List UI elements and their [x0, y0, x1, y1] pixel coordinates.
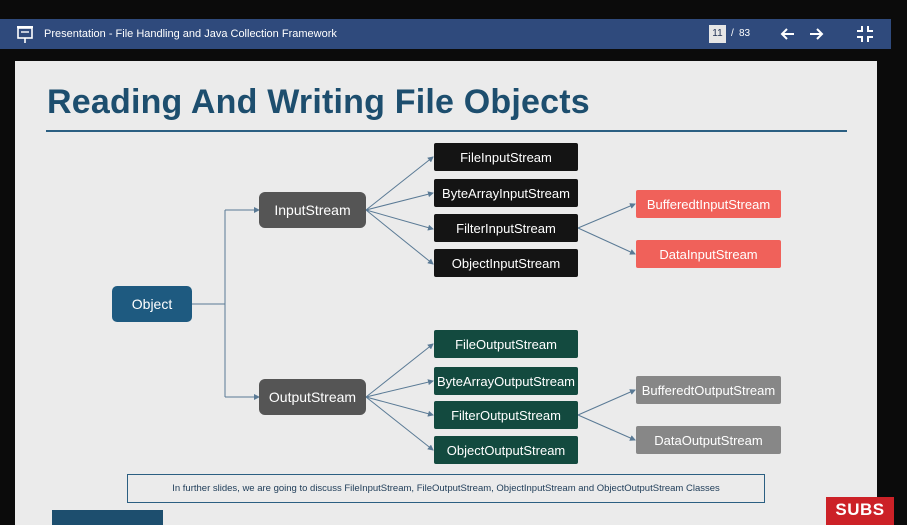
- arrow-right-icon[interactable]: [806, 24, 826, 44]
- arrow-left-icon[interactable]: [778, 24, 798, 44]
- node-bytearrayinputstream: ByteArrayInputStream: [434, 179, 578, 207]
- total-page-count: 83: [739, 28, 751, 39]
- node-filteroutputstream: FilterOutputStream: [434, 401, 578, 429]
- page-separator: /: [731, 28, 734, 39]
- presentation-toolbar: Presentation - File Handling and Java Co…: [0, 19, 891, 49]
- exit-fullscreen-icon[interactable]: [855, 24, 875, 44]
- node-dataoutputstream: DataOutputStream: [636, 426, 781, 454]
- subscribe-button[interactable]: SUBS: [826, 497, 894, 525]
- node-datainputstream: DataInputStream: [636, 240, 781, 268]
- node-fileoutputstream: FileOutputStream: [434, 330, 578, 358]
- slide-canvas: Reading And Writing File Objects Object …: [15, 61, 877, 525]
- node-object: Object: [112, 286, 192, 322]
- node-inputstream: InputStream: [259, 192, 366, 228]
- node-bufferedinputstream: BufferedtInputStream: [636, 190, 781, 218]
- node-objectoutputstream: ObjectOutputStream: [434, 436, 578, 464]
- current-page-number[interactable]: 11: [709, 25, 726, 43]
- node-bufferedoutputstream: BufferedtOutputStream: [636, 376, 781, 404]
- presentation-title: Presentation - File Handling and Java Co…: [44, 28, 337, 40]
- node-outputstream: OutputStream: [259, 379, 366, 415]
- slide-footnote: In further slides, we are going to discu…: [127, 474, 765, 503]
- node-objectinputstream: ObjectInputStream: [434, 249, 578, 277]
- node-fileinputstream: FileInputStream: [434, 143, 578, 171]
- presentation-icon: [17, 26, 33, 43]
- node-bytearrayoutputstream: ByteArrayOutputStream: [434, 367, 578, 395]
- footer-accent-bar: [52, 510, 163, 525]
- node-filterinputstream: FilterInputStream: [434, 214, 578, 242]
